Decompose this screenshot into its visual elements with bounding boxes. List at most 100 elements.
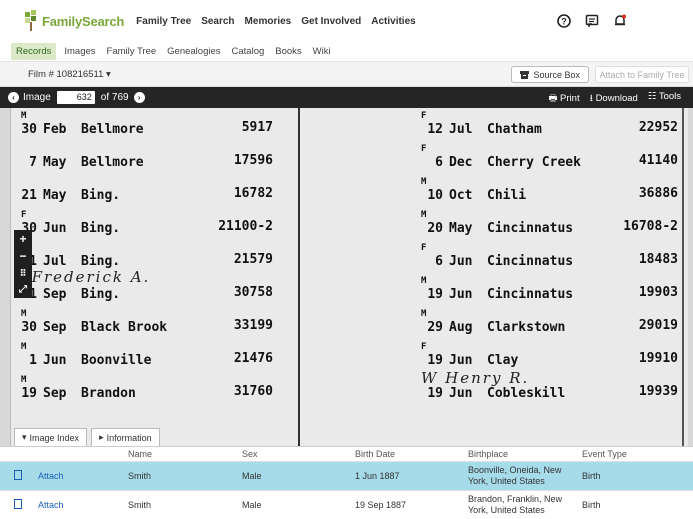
records-subnav: Records Images Family Tree Genealogies C… bbox=[0, 42, 693, 62]
nav-activities[interactable]: Activities bbox=[371, 16, 415, 27]
sex-mark: F bbox=[421, 243, 427, 253]
record-month: Jun bbox=[43, 221, 67, 236]
record-month: Oct bbox=[449, 188, 473, 203]
col-birth-date[interactable]: Birth Date bbox=[355, 449, 468, 459]
record-number: 31760 bbox=[233, 384, 273, 399]
box-icon bbox=[520, 70, 530, 79]
record-number: 5917 bbox=[241, 120, 273, 135]
cell-birthplace: Boonville, Oneida, New York, United Stat… bbox=[468, 465, 562, 486]
attach-to-family-tree-button[interactable]: Attach to Family Tree bbox=[595, 66, 689, 83]
record-place: Brandon bbox=[81, 386, 136, 401]
film-number-dropdown[interactable]: Film # 108216511 ▾ bbox=[28, 69, 111, 80]
subnav-images[interactable]: Images bbox=[64, 46, 95, 57]
next-image-icon[interactable]: › bbox=[133, 92, 145, 103]
subnav-family-tree[interactable]: Family Tree bbox=[107, 46, 157, 57]
subnav-books[interactable]: Books bbox=[275, 46, 301, 57]
cell-birthplace: Brandon, Franklin, New York, United Stat… bbox=[468, 494, 563, 515]
nav-get-involved[interactable]: Get Involved bbox=[301, 16, 361, 27]
record-number: 17596 bbox=[233, 153, 273, 168]
record-number: 30758 bbox=[233, 285, 273, 300]
sex-mark: F bbox=[421, 111, 427, 121]
record-place: Bellmore bbox=[81, 155, 144, 170]
document-icon[interactable] bbox=[14, 470, 22, 480]
page-edge bbox=[682, 108, 684, 448]
notifications-bell-icon[interactable] bbox=[613, 14, 627, 28]
zoom-in-icon[interactable]: + bbox=[19, 233, 26, 245]
record-day: 30 bbox=[21, 320, 37, 335]
subnav-catalog[interactable]: Catalog bbox=[232, 46, 265, 57]
familysearch-logo[interactable]: FamilySearch bbox=[22, 10, 124, 32]
record-image: M 30 Feb Bellmore 5917 7 May Bellmore 17596 21 May… bbox=[10, 108, 688, 448]
record-day: 6 bbox=[435, 254, 443, 269]
sex-mark: M bbox=[421, 309, 427, 319]
previous-image-icon[interactable]: ‹ bbox=[8, 92, 19, 103]
tree-logo-icon bbox=[25, 10, 36, 31]
sex-mark: M bbox=[21, 342, 27, 352]
record-day: 10 bbox=[427, 188, 443, 203]
messages-icon[interactable] bbox=[585, 14, 599, 28]
record-place: Chatham bbox=[487, 122, 542, 137]
table-row[interactable]: Attach Smith Male 19 Sep 1887 Brandon, F… bbox=[0, 490, 693, 519]
record-number: 19903 bbox=[638, 285, 678, 300]
record-month: Dec bbox=[449, 155, 473, 170]
nav-memories[interactable]: Memories bbox=[245, 16, 292, 27]
attach-link[interactable]: Attach bbox=[38, 471, 128, 481]
image-total: of 769 bbox=[100, 92, 129, 103]
tools-button[interactable]: ☷ Tools bbox=[648, 91, 681, 107]
cell-sex: Male bbox=[242, 471, 262, 481]
col-name[interactable]: Name bbox=[128, 449, 242, 459]
sex-mark: F bbox=[421, 342, 427, 352]
col-sex[interactable]: Sex bbox=[242, 449, 355, 459]
cell-name: Smith bbox=[128, 500, 152, 510]
record-number: 16708-2 bbox=[623, 219, 678, 234]
nav-search[interactable]: Search bbox=[201, 16, 234, 27]
subnav-wiki[interactable]: Wiki bbox=[313, 46, 331, 57]
image-viewer[interactable]: M 30 Feb Bellmore 5917 7 May Bellmore 17596 21 May… bbox=[0, 108, 693, 448]
record-month: Jun bbox=[449, 254, 473, 269]
image-number-input[interactable]: 632 bbox=[56, 91, 95, 104]
record-number: 22952 bbox=[638, 120, 678, 135]
subnav-records[interactable]: Records bbox=[11, 43, 57, 60]
record-month: Jul bbox=[449, 122, 473, 137]
sex-mark: F bbox=[21, 210, 27, 220]
record-month: Sep bbox=[43, 386, 67, 401]
help-icon[interactable]: ? bbox=[557, 14, 571, 28]
fullscreen-icon[interactable]: ⤢ bbox=[19, 284, 27, 296]
tab-image-index[interactable]: ▾ Image Index bbox=[14, 428, 88, 446]
tab-information[interactable]: ▸ Information bbox=[91, 428, 160, 446]
record-place: Cherry Creek bbox=[487, 155, 581, 170]
sex-mark: M bbox=[21, 309, 27, 319]
table-row[interactable]: Attach Smith Male 1 Jun 1887 Boonville, … bbox=[0, 461, 693, 490]
source-box-button[interactable]: Source Box bbox=[511, 66, 589, 83]
record-day: 7 bbox=[29, 155, 37, 170]
record-month: May bbox=[43, 188, 67, 203]
sex-mark: M bbox=[421, 276, 427, 286]
record-number: 21579 bbox=[233, 252, 273, 267]
caret-down-icon: ▾ bbox=[22, 432, 27, 442]
nav-family-tree[interactable]: Family Tree bbox=[136, 16, 191, 27]
col-event-type[interactable]: Event Type bbox=[582, 449, 682, 459]
zoom-out-icon[interactable]: − bbox=[19, 250, 26, 262]
sex-mark: M bbox=[21, 111, 27, 121]
record-number: 19910 bbox=[638, 351, 678, 366]
top-nav: FamilySearch Family Tree Search Memories… bbox=[0, 0, 693, 42]
record-month: May bbox=[449, 221, 473, 236]
nav-icons: ? bbox=[557, 14, 627, 28]
print-button[interactable]: 🖶 Print bbox=[548, 91, 579, 107]
record-day: 21 bbox=[21, 188, 37, 203]
record-number: 33199 bbox=[233, 318, 273, 333]
image-label: Image bbox=[23, 92, 51, 103]
sex-mark: M bbox=[21, 375, 27, 385]
record-month: Jul bbox=[43, 254, 67, 269]
col-birthplace[interactable]: Birthplace bbox=[468, 449, 582, 460]
image-tools: 🖶 Print ⭳ Download ☷ Tools bbox=[548, 91, 681, 107]
record-place: Bing. bbox=[81, 221, 121, 236]
grid-view-icon[interactable]: ⠿ bbox=[20, 267, 27, 279]
caret-right-icon: ▸ bbox=[99, 432, 104, 442]
document-icon[interactable] bbox=[14, 499, 22, 509]
download-button[interactable]: ⭳ Download bbox=[590, 91, 638, 107]
subnav-genealogies[interactable]: Genealogies bbox=[167, 46, 220, 57]
tools-icon: ☷ bbox=[647, 91, 657, 102]
attach-link[interactable]: Attach bbox=[38, 500, 128, 510]
record-number: 21476 bbox=[233, 351, 273, 366]
